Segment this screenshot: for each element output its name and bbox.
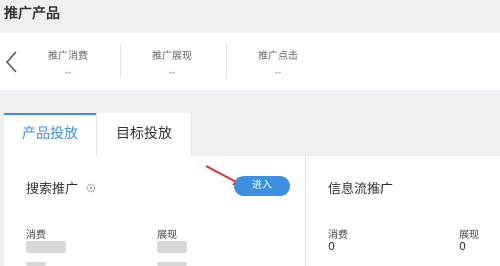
- stat-clicks-value: --: [274, 68, 282, 78]
- stat-divider: [120, 44, 121, 78]
- stat-impressions-value: --: [168, 68, 176, 78]
- stat-spend-value: --: [64, 68, 72, 78]
- stat-spend: 推广消费 --: [44, 47, 92, 78]
- search-spend-value-redacted: [26, 241, 66, 253]
- feed-spend-label: 消费: [328, 230, 348, 241]
- stat-clicks-label: 推广点击: [258, 51, 298, 62]
- stat-divider: [226, 44, 227, 78]
- tab-target-delivery[interactable]: 目标投放: [96, 113, 192, 156]
- tab-bar: 产品投放 目标投放: [4, 113, 500, 156]
- stat-impressions-label: 推广展现: [152, 51, 192, 62]
- stat-spend-label: 推广消费: [48, 51, 88, 62]
- search-impressions-label: 展现: [157, 230, 177, 241]
- search-row-redacted: [157, 262, 187, 266]
- tab-product-delivery[interactable]: 产品投放: [4, 113, 96, 156]
- chevron-left-icon[interactable]: [4, 50, 20, 74]
- gear-icon[interactable]: [373, 183, 383, 193]
- stat-impressions: 推广展现 --: [148, 47, 196, 78]
- search-spend-label: 消费: [26, 230, 46, 241]
- enter-search-promotion-button[interactable]: 进入: [234, 176, 290, 196]
- feed-promotion-title: 信息流推广: [328, 182, 394, 197]
- search-impressions-value-redacted: [157, 241, 187, 253]
- feed-impressions-value: 0: [459, 240, 466, 253]
- search-promotion-title: 搜索推广: [26, 182, 79, 197]
- panel-divider: [305, 156, 306, 266]
- stat-clicks: 推广点击 --: [254, 47, 302, 78]
- feed-spend-value: 0: [328, 240, 335, 253]
- gear-icon[interactable]: [86, 183, 96, 193]
- feed-impressions-label: 展现: [459, 230, 479, 241]
- page-title: 推广产品: [4, 6, 60, 22]
- search-row-redacted: [26, 262, 46, 266]
